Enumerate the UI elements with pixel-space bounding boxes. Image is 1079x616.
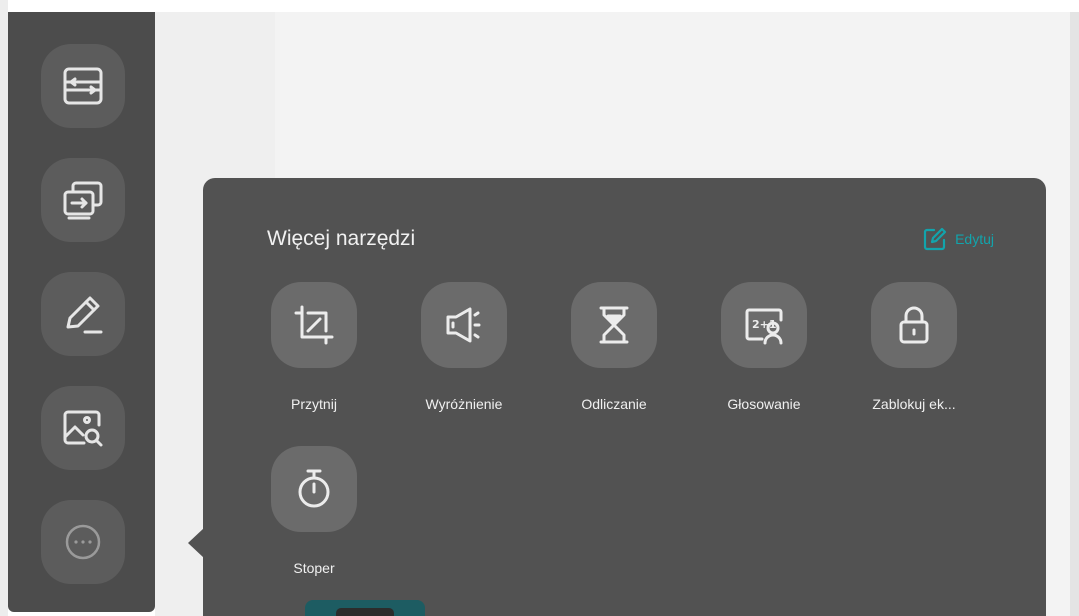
tool-label: Wyróżnienie	[425, 396, 503, 412]
tool-lock-screen[interactable]: Zablokuj ek...	[854, 282, 974, 412]
image-search-icon	[63, 410, 103, 447]
edit-label: Edytuj	[955, 231, 994, 247]
hourglass-icon	[599, 306, 629, 344]
edit-button[interactable]: Edytuj	[922, 226, 994, 252]
pencil-button[interactable]	[41, 272, 125, 356]
sidebar	[8, 12, 155, 612]
more-tools-panel: Więcej narzędzi Edytuj Przytnij Wyróżnie…	[203, 178, 1046, 616]
tool-voting[interactable]: 2+1 Głosowanie	[704, 282, 824, 412]
stopwatch-icon	[298, 469, 330, 508]
tool-label: Przytnij	[291, 396, 337, 412]
screen-share-button[interactable]	[41, 158, 125, 242]
more-icon	[65, 524, 101, 560]
tool-icon-tile	[421, 282, 507, 368]
crop-icon	[294, 305, 334, 345]
tool-icon-tile	[271, 282, 357, 368]
tool-icon-tile	[871, 282, 957, 368]
tool-icon-tile: 2+1	[721, 282, 807, 368]
tool-icon-tile	[271, 446, 357, 532]
tool-crop[interactable]: Przytnij	[254, 282, 374, 412]
switch-button[interactable]	[41, 44, 125, 128]
tool-label: Zablokuj ek...	[872, 396, 956, 412]
lock-icon	[899, 306, 929, 344]
edit-icon	[923, 227, 947, 251]
panel-pointer	[188, 528, 204, 558]
tool-spotlight[interactable]: Wyróżnienie	[404, 282, 524, 412]
tool-stopwatch[interactable]: Stoper	[254, 446, 374, 576]
scrollbar-track[interactable]	[1070, 12, 1079, 616]
voting-icon: 2+1	[745, 308, 783, 345]
tool-icon-tile	[571, 282, 657, 368]
tool-label: Odliczanie	[581, 396, 647, 412]
background-left-edge	[0, 0, 8, 616]
tool-label: Głosowanie	[727, 396, 801, 412]
tool-label: Stoper	[293, 560, 335, 576]
image-search-button[interactable]	[41, 386, 125, 470]
spotlight-icon	[446, 307, 481, 343]
panel-title: Więcej narzędzi	[267, 227, 416, 250]
screen-share-icon	[63, 181, 103, 220]
more-button[interactable]	[41, 500, 125, 584]
pencil-icon	[66, 296, 103, 334]
bottom-toolbar-handle	[336, 608, 394, 616]
switch-icon	[63, 67, 103, 105]
tool-countdown[interactable]: Odliczanie	[554, 282, 674, 412]
